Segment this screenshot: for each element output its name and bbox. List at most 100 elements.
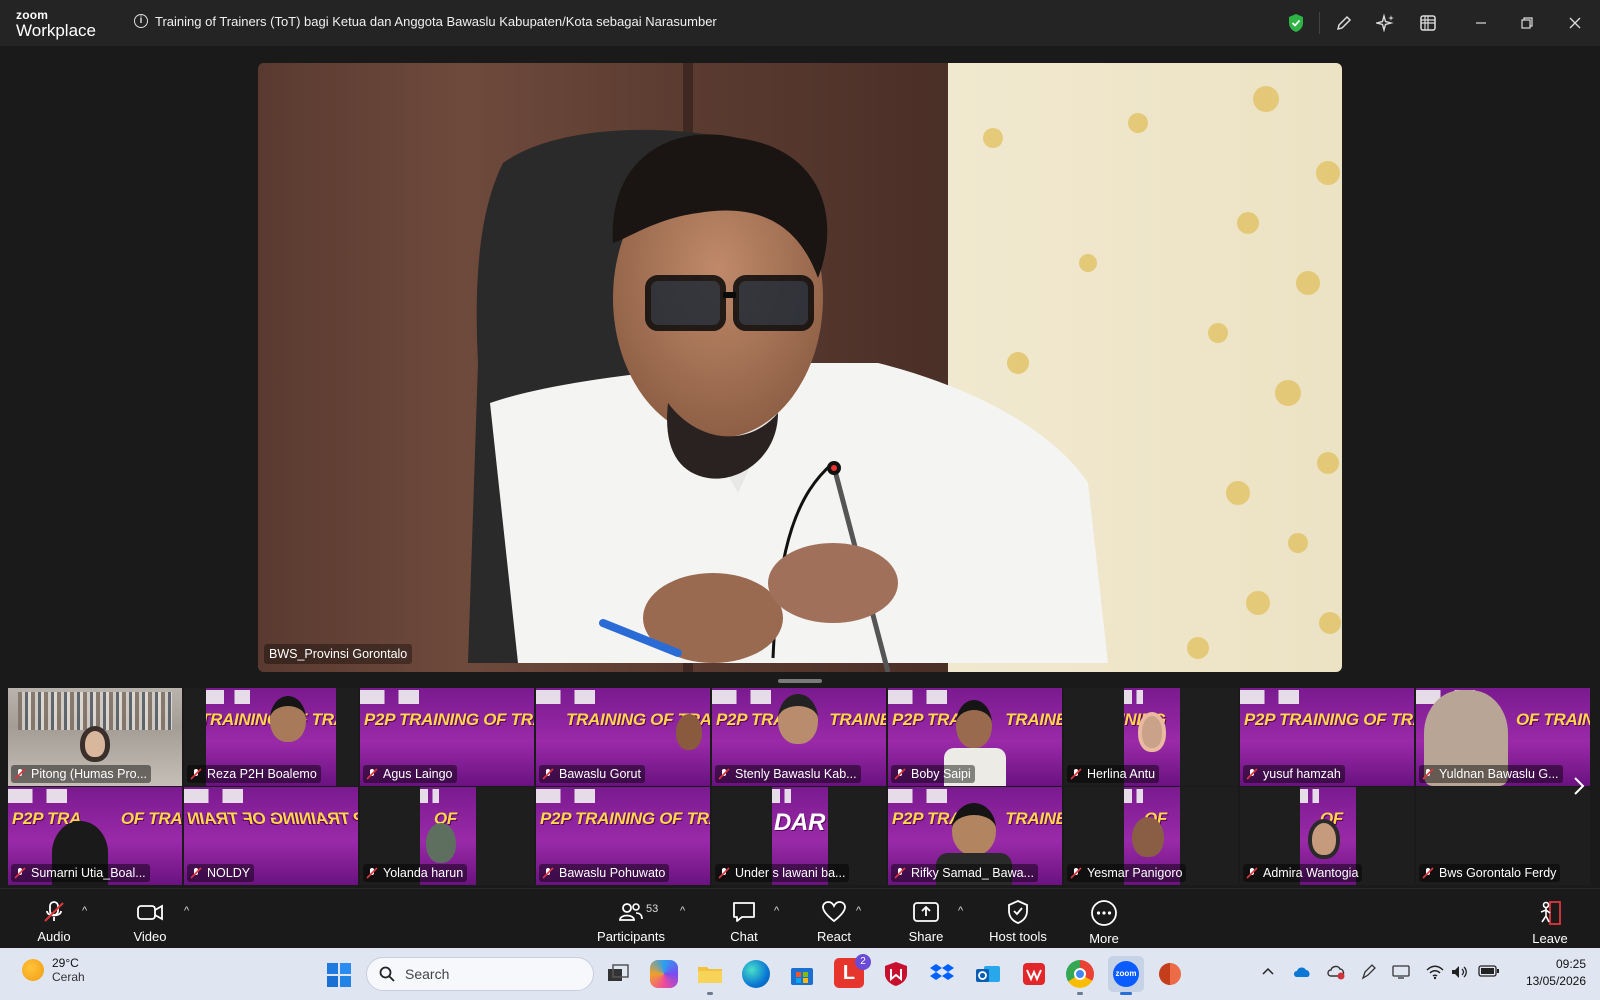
- outlook-icon[interactable]: [974, 960, 1002, 988]
- microsoft-store-icon[interactable]: [788, 960, 816, 988]
- pencil-icon[interactable]: [1330, 9, 1358, 37]
- participant-name: Yuldnan Bawaslu G...: [1419, 765, 1563, 783]
- participant-name: Bawaslu Pohuwato: [539, 864, 670, 882]
- share-options-caret-icon[interactable]: ^: [958, 905, 970, 917]
- react-button[interactable]: React: [814, 889, 854, 949]
- participant-tile[interactable]: OF TRAINER Yuldnan Bawaslu G...: [1416, 688, 1590, 786]
- participant-tile[interactable]: P2P TRAINING OF TRAINER Agus Laingo: [360, 688, 534, 786]
- video-options-caret-icon[interactable]: ^: [184, 905, 196, 917]
- onedrive-cloud-icon[interactable]: [1292, 964, 1312, 981]
- participant-tile[interactable]: TRAINING OF TRAIN Reza P2H Boalemo: [184, 688, 358, 786]
- participant-face: [270, 696, 306, 742]
- chat-icon: [733, 902, 755, 922]
- host-tools-label: Host tools: [989, 929, 1047, 944]
- divider: [1319, 12, 1320, 34]
- minimize-icon[interactable]: [1466, 10, 1496, 36]
- participant-tile[interactable]: OF Yesmar Panigoro: [1064, 787, 1238, 885]
- system-clock[interactable]: 09:25 13/05/2026: [1494, 956, 1586, 990]
- participant-tile[interactable]: DAR Under s lawani ba...: [712, 787, 886, 885]
- participant-tile[interactable]: P2P TRA TRAINER Stenly Bawaslu Kab...: [712, 688, 886, 786]
- more-button[interactable]: More: [1086, 889, 1122, 949]
- file-explorer-icon[interactable]: [696, 960, 724, 988]
- muted-mic-icon: [718, 867, 730, 879]
- participant-name: Reza P2H Boalemo: [187, 765, 321, 783]
- shield-check-icon[interactable]: [1282, 9, 1310, 37]
- react-options-caret-icon[interactable]: ^: [856, 905, 868, 917]
- participant-name: Boby Saipi: [891, 765, 975, 783]
- mcafee-shield-icon[interactable]: [882, 960, 910, 988]
- taskbar-search-box[interactable]: Search: [366, 957, 594, 991]
- chevron-up-icon[interactable]: [1262, 964, 1274, 979]
- weather-widget[interactable]: 29°C Cerah: [22, 956, 85, 984]
- meeting-title: Training of Trainers (ToT) bagi Ketua da…: [155, 14, 717, 29]
- windows-start-icon[interactable]: [326, 962, 352, 988]
- muted-mic-icon: [190, 768, 202, 780]
- participant-tile[interactable]: Pitong (Humas Pro...: [8, 688, 182, 786]
- active-speaker-video[interactable]: BWS_Provinsi Gorontalo: [258, 63, 1342, 672]
- participant-face: [1138, 712, 1166, 752]
- muted-mic-icon: [366, 867, 378, 879]
- participant-tile[interactable]: P2P TRAINING OF TRAIN NOLDY: [184, 787, 358, 885]
- participant-tile[interactable]: INING Herlina Antu: [1064, 688, 1238, 786]
- participants-label: Participants: [597, 929, 665, 944]
- video-button[interactable]: Video: [130, 889, 170, 949]
- participant-face: [956, 700, 992, 748]
- search-placeholder: Search: [405, 966, 450, 982]
- react-label: React: [817, 929, 851, 944]
- close-icon[interactable]: [1560, 10, 1590, 36]
- participant-tile[interactable]: OF Admira Wantogia: [1240, 787, 1414, 885]
- participant-name: Bws Gorontalo Ferdy: [1419, 864, 1561, 882]
- info-icon[interactable]: i: [134, 14, 148, 28]
- chevron-right-icon[interactable]: [1572, 775, 1590, 797]
- participant-face: [1308, 819, 1340, 859]
- share-button[interactable]: Share: [906, 889, 946, 949]
- audio-button[interactable]: Audio: [36, 889, 72, 949]
- muted-mic-icon: [1422, 867, 1434, 879]
- participant-tile[interactable]: P2P TRAINING OF TRAINER yusuf hamzah: [1240, 688, 1414, 786]
- participant-tile[interactable]: P2P TRA TRAINER Boby Saipi: [888, 688, 1062, 786]
- gallery-resize-handle[interactable]: [778, 679, 822, 683]
- bookshelf: [18, 692, 172, 730]
- pen-input-icon[interactable]: [1360, 964, 1378, 983]
- participant-tile[interactable]: TRAINING OF TRAINER Bawaslu Gorut: [536, 688, 710, 786]
- pdf-app-icon[interactable]: [1020, 960, 1048, 988]
- leave-label: Leave: [1532, 931, 1568, 946]
- edge-browser-icon[interactable]: [742, 960, 770, 988]
- muted-mic-icon: [894, 867, 906, 879]
- clock-time: 09:25: [1555, 957, 1586, 971]
- dropbox-icon[interactable]: [928, 960, 956, 988]
- weather-condition: Cerah: [52, 970, 85, 984]
- meeting-controls-bar: Audio ^ Video ^ Participants 53 ^ Chat ^…: [0, 888, 1600, 948]
- chat-button[interactable]: Chat: [726, 889, 762, 949]
- participants-button[interactable]: Participants: [594, 889, 668, 949]
- participant-name: Sumarni Utia_Boal...: [11, 864, 150, 882]
- copilot-icon[interactable]: [650, 960, 678, 988]
- chrome-browser-icon[interactable]: [1066, 960, 1094, 988]
- participant-face: [1132, 817, 1164, 857]
- task-view-icon[interactable]: [604, 960, 632, 988]
- zoom-app-active-icon[interactable]: zoom: [1108, 956, 1144, 992]
- participant-tile[interactable]: OF Yolanda harun: [360, 787, 534, 885]
- participants-options-caret-icon[interactable]: ^: [680, 905, 692, 917]
- volume-icon[interactable]: [1450, 964, 1470, 983]
- ai-sparkle-icon[interactable]: [1372, 9, 1400, 37]
- leave-button[interactable]: Leave: [1530, 889, 1570, 949]
- host-tools-button[interactable]: Host tools: [986, 889, 1050, 949]
- more-dots-icon: [1091, 900, 1117, 926]
- participant-face: [778, 694, 818, 744]
- chat-options-caret-icon[interactable]: ^: [774, 905, 786, 917]
- apps-grid-icon[interactable]: [1414, 9, 1442, 37]
- participant-name: Yesmar Panigoro: [1067, 864, 1187, 882]
- participant-tile[interactable]: P2P TRA TRAINER Rifky Samad_ Bawa...: [888, 787, 1062, 885]
- participant-tile[interactable]: P2P TRA OF TRAINER Sumarni Utia_Boal...: [8, 787, 182, 885]
- participant-face: [676, 714, 702, 750]
- audio-options-caret-icon[interactable]: ^: [82, 905, 94, 917]
- sync-error-cloud-icon[interactable]: [1326, 964, 1346, 983]
- participant-tile[interactable]: Bws Gorontalo Ferdy: [1416, 787, 1590, 885]
- participant-tile[interactable]: P2P TRAINING OF TRAINER Bawaslu Pohuwato: [536, 787, 710, 885]
- display-settings-icon[interactable]: [1392, 964, 1410, 983]
- wifi-icon[interactable]: [1426, 964, 1444, 983]
- zoom-window: zoom Workplace i Training of Trainers (T…: [0, 0, 1600, 948]
- restore-icon[interactable]: [1512, 10, 1542, 36]
- powerpoint-icon[interactable]: [1156, 960, 1184, 988]
